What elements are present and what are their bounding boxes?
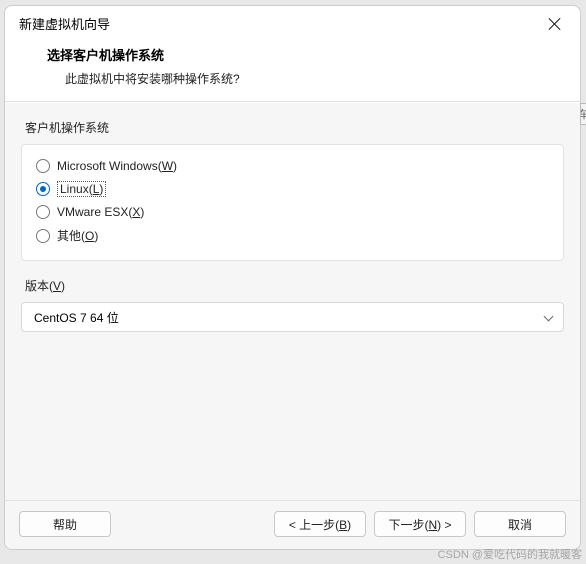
titlebar: 新建虚拟机向导 [5, 6, 580, 39]
help-button[interactable]: 帮助 [19, 511, 111, 537]
radio-icon [36, 229, 50, 243]
os-option-linux[interactable]: Linux(L) [36, 177, 549, 201]
radio-label: Linux(L) [57, 181, 106, 197]
radio-label: Microsoft Windows(W) [57, 159, 177, 173]
radio-icon [36, 182, 50, 196]
radio-label: 其他(O) [57, 227, 98, 244]
back-button[interactable]: < 上一步(B) [274, 511, 366, 537]
radio-label: VMware ESX(X) [57, 205, 144, 219]
os-option-vmware-esx[interactable]: VMware ESX(X) [36, 201, 549, 223]
wizard-window: 新建虚拟机向导 选择客户机操作系统 此虚拟机中将安装哪种操作系统? 客户机操作系… [4, 5, 581, 550]
chevron-down-icon [543, 312, 553, 322]
next-button[interactable]: 下一步(N) > [374, 511, 466, 537]
page-subtitle: 此虚拟机中将安装哪种操作系统? [65, 70, 562, 87]
footer: 帮助 < 上一步(B) 下一步(N) > 取消 [5, 500, 580, 549]
radio-icon [36, 159, 50, 173]
version-label: 版本(V) [25, 277, 564, 294]
side-hint: 车 [580, 103, 586, 125]
version-selected-value: CentOS 7 64 位 [34, 309, 119, 326]
page-title: 选择客户机操作系统 [47, 45, 562, 64]
wizard-header: 选择客户机操作系统 此虚拟机中将安装哪种操作系统? [5, 39, 580, 102]
os-option-other[interactable]: 其他(O) [36, 223, 549, 248]
close-icon[interactable] [548, 17, 562, 31]
cancel-button[interactable]: 取消 [474, 511, 566, 537]
os-options-box: Microsoft Windows(W) Linux(L) VMware ESX… [21, 144, 564, 261]
window-title: 新建虚拟机向导 [19, 14, 110, 33]
version-select[interactable]: CentOS 7 64 位 [21, 302, 564, 332]
radio-icon [36, 205, 50, 219]
os-group-label: 客户机操作系统 [25, 119, 564, 136]
os-option-windows[interactable]: Microsoft Windows(W) [36, 155, 549, 177]
content-area: 客户机操作系统 Microsoft Windows(W) Linux(L) VM… [5, 102, 580, 500]
